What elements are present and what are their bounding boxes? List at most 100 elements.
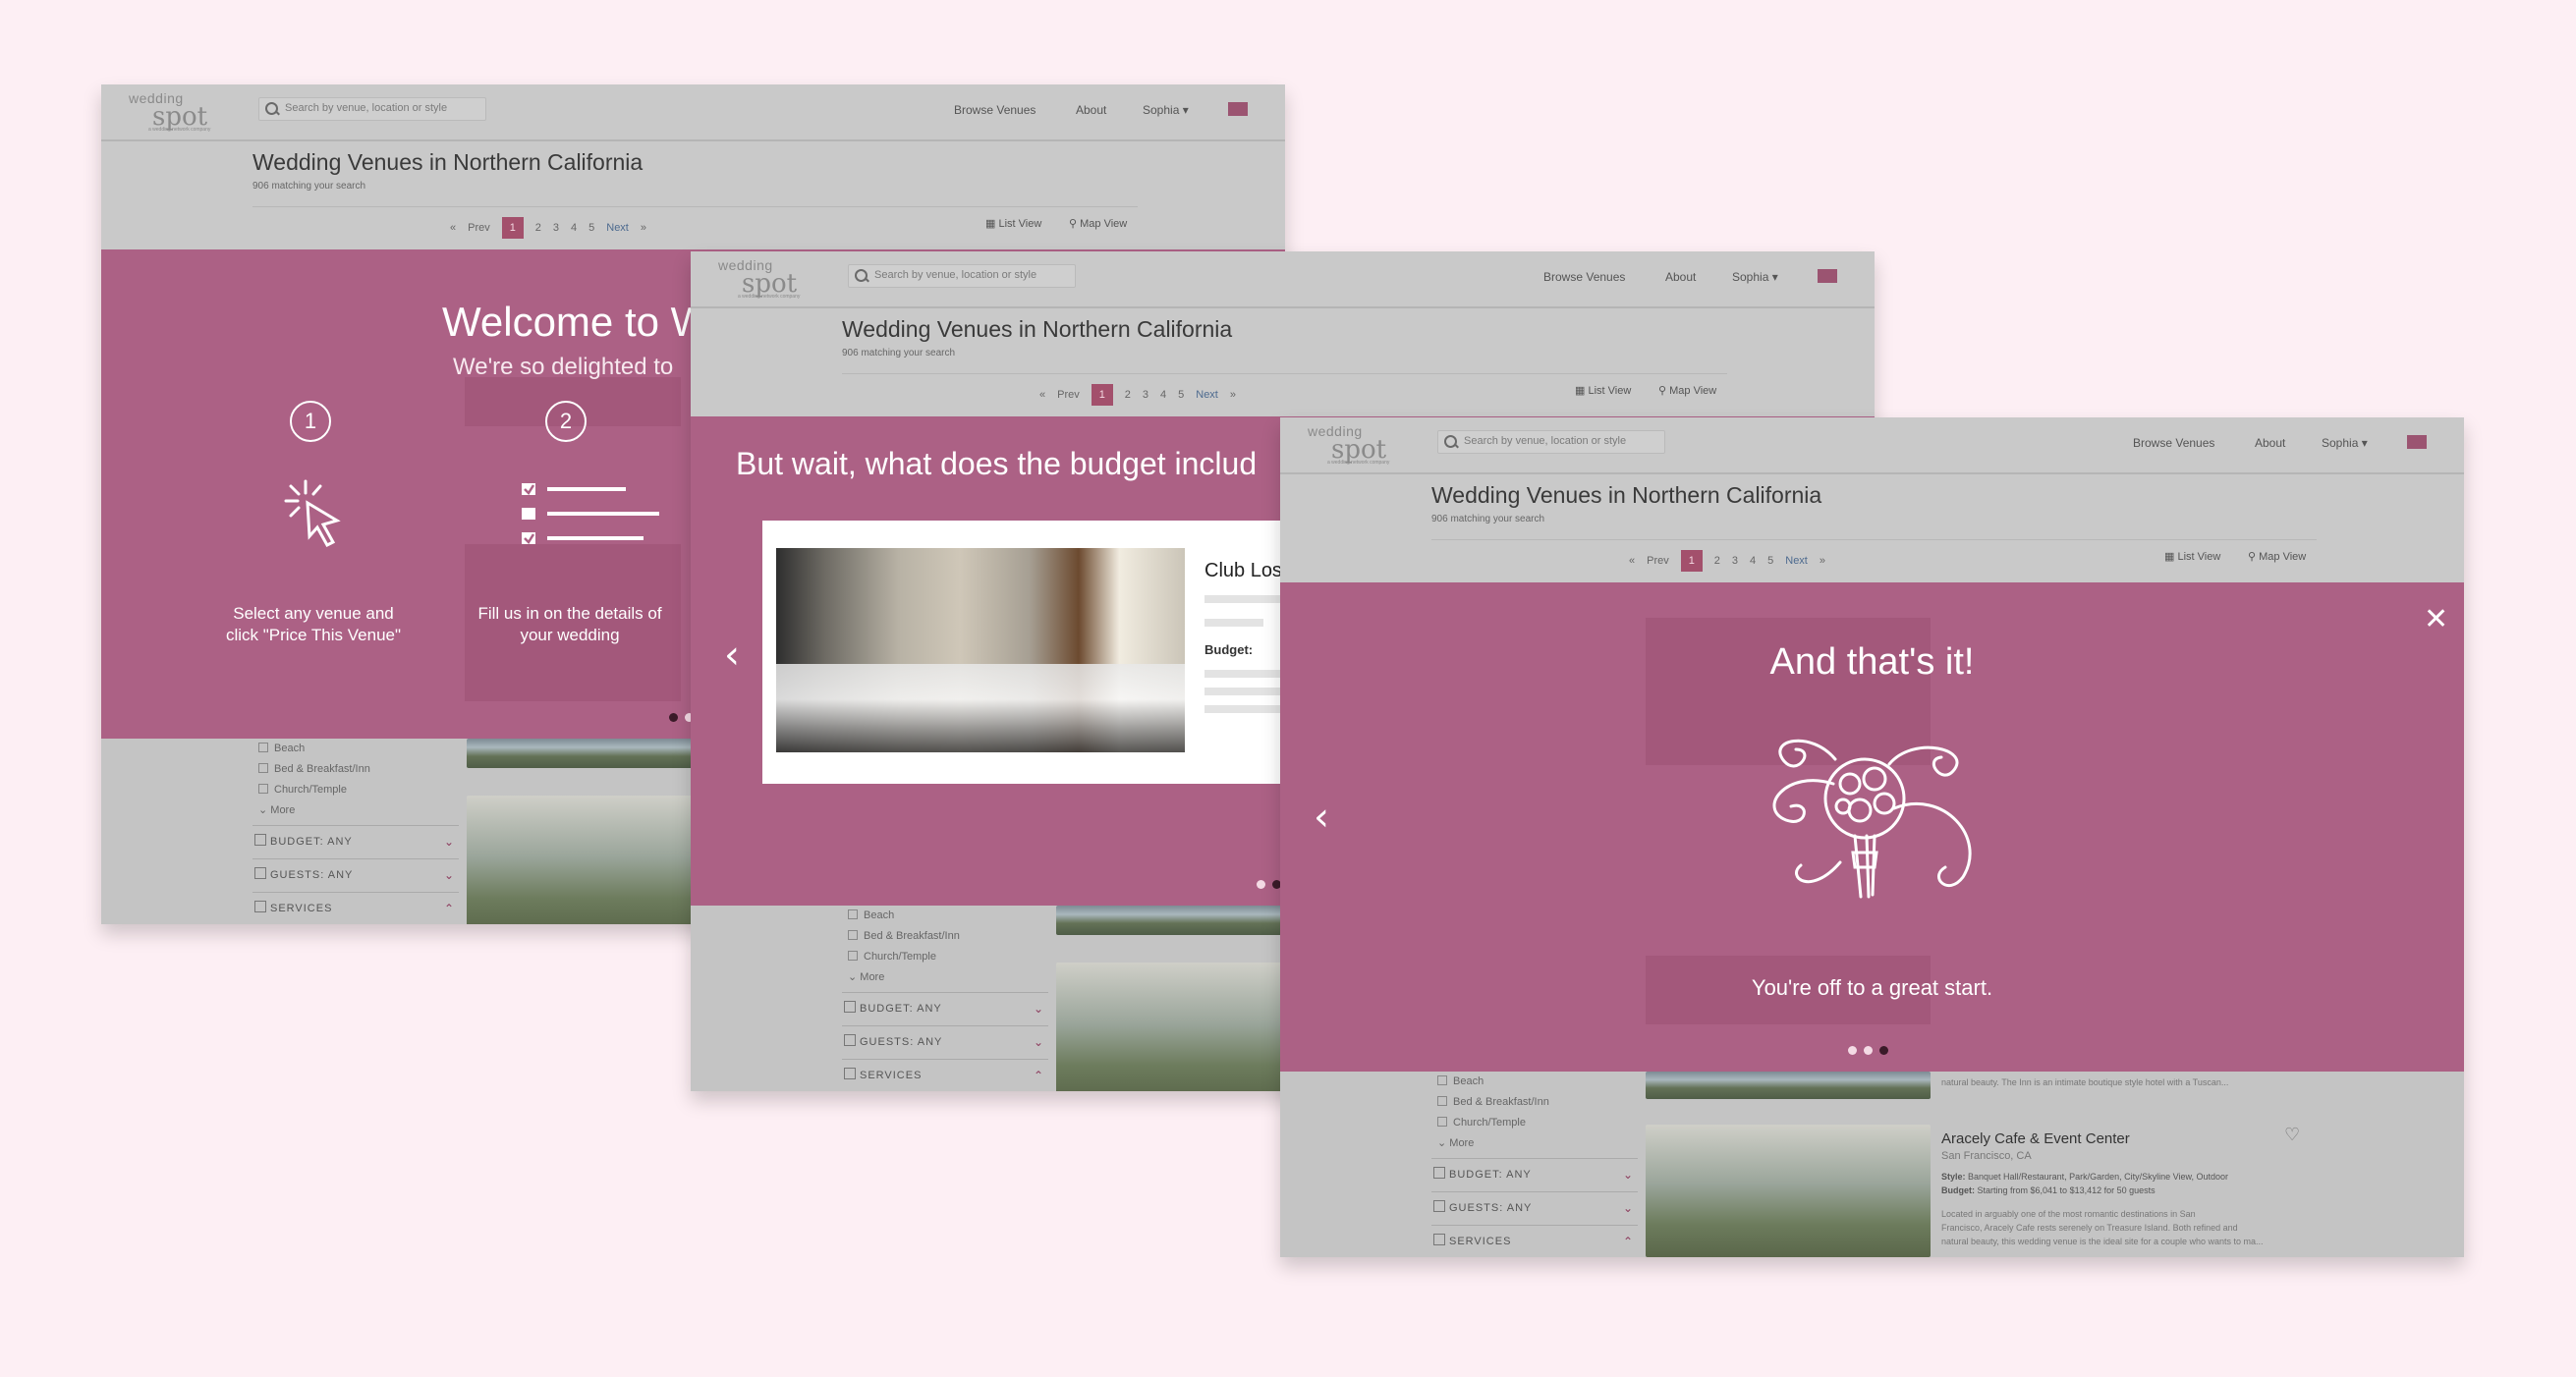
- mail-icon[interactable]: [2407, 435, 2427, 449]
- venue-photo[interactable]: [1056, 963, 1287, 1091]
- user-menu[interactable]: Sophia ▾: [1143, 103, 1189, 117]
- page-link-1[interactable]: 1: [1091, 384, 1113, 406]
- wedding-spot-logo[interactable]: wedding spot a wedding network company: [718, 257, 846, 301]
- nav-browse-venues[interactable]: Browse Venues: [1543, 270, 1625, 284]
- filter-bed-breakfast[interactable]: Bed & Breakfast/Inn: [1437, 1096, 1549, 1108]
- page-link-3[interactable]: 3: [1143, 389, 1148, 401]
- page-link-4[interactable]: 4: [1750, 555, 1756, 567]
- venue-photo[interactable]: [1646, 1125, 1931, 1257]
- guests-filter[interactable]: GUESTS: ANY ⌄: [1431, 1191, 1638, 1224]
- nav-about[interactable]: About: [1076, 103, 1106, 117]
- prev-slide-arrow[interactable]: ‹: [1314, 795, 1329, 840]
- last-page-link[interactable]: »: [1820, 555, 1825, 567]
- prev-slide-arrow[interactable]: ‹: [724, 633, 740, 678]
- guests-filter[interactable]: GUESTS: ANY ⌄: [842, 1025, 1048, 1058]
- venue-photo[interactable]: [467, 739, 698, 768]
- search-input[interactable]: Search by venue, location or style: [1437, 430, 1665, 454]
- services-filter[interactable]: SERVICES ⌃: [252, 892, 459, 924]
- filter-beach[interactable]: Beach: [848, 909, 894, 921]
- slide-dot-1[interactable]: [669, 713, 678, 722]
- nav-browse-venues[interactable]: Browse Venues: [2133, 436, 2214, 450]
- guests-filter[interactable]: GUESTS: ANY ⌄: [252, 858, 459, 891]
- mail-icon[interactable]: [1818, 269, 1837, 283]
- filter-more-link[interactable]: ⌄ More: [1437, 1136, 1474, 1149]
- prev-page-link[interactable]: Prev: [1647, 555, 1669, 567]
- page-link-1[interactable]: 1: [1680, 550, 1703, 572]
- filter-bed-breakfast[interactable]: Bed & Breakfast/Inn: [258, 763, 370, 775]
- wedding-spot-logo[interactable]: wedding spot a wedding network company: [1308, 423, 1435, 467]
- page-link-2[interactable]: 2: [1714, 555, 1720, 567]
- filter-beach[interactable]: Beach: [1437, 1075, 1484, 1087]
- page-link-4[interactable]: 4: [1160, 389, 1166, 401]
- user-menu[interactable]: Sophia ▾: [2322, 436, 2368, 450]
- page-link-3[interactable]: 3: [1732, 555, 1738, 567]
- checkbox[interactable]: [848, 930, 858, 940]
- page-link-1[interactable]: 1: [501, 217, 524, 239]
- list-view-toggle[interactable]: ▦ List View: [1575, 384, 1631, 397]
- map-view-toggle[interactable]: ⚲ Map View: [1658, 384, 1716, 397]
- page-link-5[interactable]: 5: [1767, 555, 1773, 567]
- budget-filter[interactable]: BUDGET: ANY ⌄: [842, 992, 1048, 1024]
- checkbox[interactable]: [848, 951, 858, 961]
- venue-photo[interactable]: [1646, 1072, 1931, 1099]
- user-menu[interactable]: Sophia ▾: [1732, 270, 1778, 284]
- last-page-link[interactable]: »: [641, 222, 646, 234]
- checkbox[interactable]: [1437, 1117, 1447, 1127]
- filter-more-link[interactable]: ⌄ More: [848, 970, 884, 983]
- search-input[interactable]: Search by venue, location or style: [848, 264, 1076, 288]
- list-view-toggle[interactable]: ▦ List View: [985, 217, 1041, 230]
- last-page-link[interactable]: »: [1230, 389, 1236, 401]
- mail-icon[interactable]: [1228, 102, 1248, 116]
- checkbox[interactable]: [258, 784, 268, 794]
- filter-bed-breakfast[interactable]: Bed & Breakfast/Inn: [848, 930, 960, 942]
- slide-dot-1[interactable]: [1848, 1046, 1857, 1055]
- next-page-link[interactable]: Next: [1196, 389, 1218, 401]
- page-link-5[interactable]: 5: [588, 222, 594, 234]
- heart-icon[interactable]: ♡: [2284, 1125, 2300, 1145]
- list-view-toggle[interactable]: ▦ List View: [2164, 550, 2220, 563]
- filter-church-temple[interactable]: Church/Temple: [1437, 1117, 1526, 1129]
- wedding-spot-logo[interactable]: wedding spot a wedding network company: [129, 90, 256, 134]
- page-link-4[interactable]: 4: [571, 222, 577, 234]
- venue-photo[interactable]: [1056, 906, 1287, 935]
- slide-dot-3[interactable]: [1879, 1046, 1888, 1055]
- checkbox[interactable]: [258, 763, 268, 773]
- close-icon[interactable]: ✕: [2424, 602, 2448, 636]
- nav-about[interactable]: About: [1665, 270, 1696, 284]
- page-link-2[interactable]: 2: [1125, 389, 1131, 401]
- filter-church-temple[interactable]: Church/Temple: [258, 784, 347, 796]
- venue-photo: [776, 548, 1185, 752]
- services-filter[interactable]: SERVICES ⌃: [842, 1059, 1048, 1091]
- map-view-toggle[interactable]: ⚲ Map View: [2248, 550, 2306, 563]
- budget-filter[interactable]: BUDGET: ANY ⌄: [1431, 1158, 1638, 1190]
- checkbox[interactable]: [258, 743, 268, 752]
- next-page-link[interactable]: Next: [606, 222, 629, 234]
- nav-browse-venues[interactable]: Browse Venues: [954, 103, 1036, 117]
- prev-page-link[interactable]: Prev: [468, 222, 490, 234]
- filter-beach[interactable]: Beach: [258, 743, 305, 754]
- venue-photo[interactable]: [467, 796, 698, 924]
- logo-tag: a wedding network company: [1327, 460, 1390, 466]
- filter-church-temple[interactable]: Church/Temple: [848, 951, 936, 963]
- services-filter[interactable]: SERVICES ⌃: [1431, 1225, 1638, 1257]
- page-link-3[interactable]: 3: [553, 222, 559, 234]
- page-link-2[interactable]: 2: [535, 222, 541, 234]
- prev-page-link[interactable]: Prev: [1057, 389, 1080, 401]
- checkbox[interactable]: [1437, 1075, 1447, 1085]
- search-input[interactable]: Search by venue, location or style: [258, 97, 486, 121]
- checkbox[interactable]: [848, 909, 858, 919]
- slide-dot-1[interactable]: [1257, 880, 1265, 889]
- first-page-link[interactable]: «: [450, 222, 456, 234]
- slide-dot-2[interactable]: [1864, 1046, 1873, 1055]
- checkbox[interactable]: [1437, 1096, 1447, 1106]
- first-page-link[interactable]: «: [1039, 389, 1045, 401]
- filter-more-link[interactable]: ⌄ More: [258, 803, 295, 816]
- page-link-5[interactable]: 5: [1178, 389, 1184, 401]
- next-page-link[interactable]: Next: [1785, 555, 1808, 567]
- venue-name-link[interactable]: Aracely Cafe & Event Center: [1941, 1130, 2130, 1147]
- map-view-toggle[interactable]: ⚲ Map View: [1069, 217, 1127, 230]
- nav-about[interactable]: About: [2255, 436, 2285, 450]
- first-page-link[interactable]: «: [1629, 555, 1635, 567]
- budget-filter[interactable]: BUDGET: ANY ⌄: [252, 825, 459, 857]
- style-label: Style:: [1941, 1172, 1966, 1182]
